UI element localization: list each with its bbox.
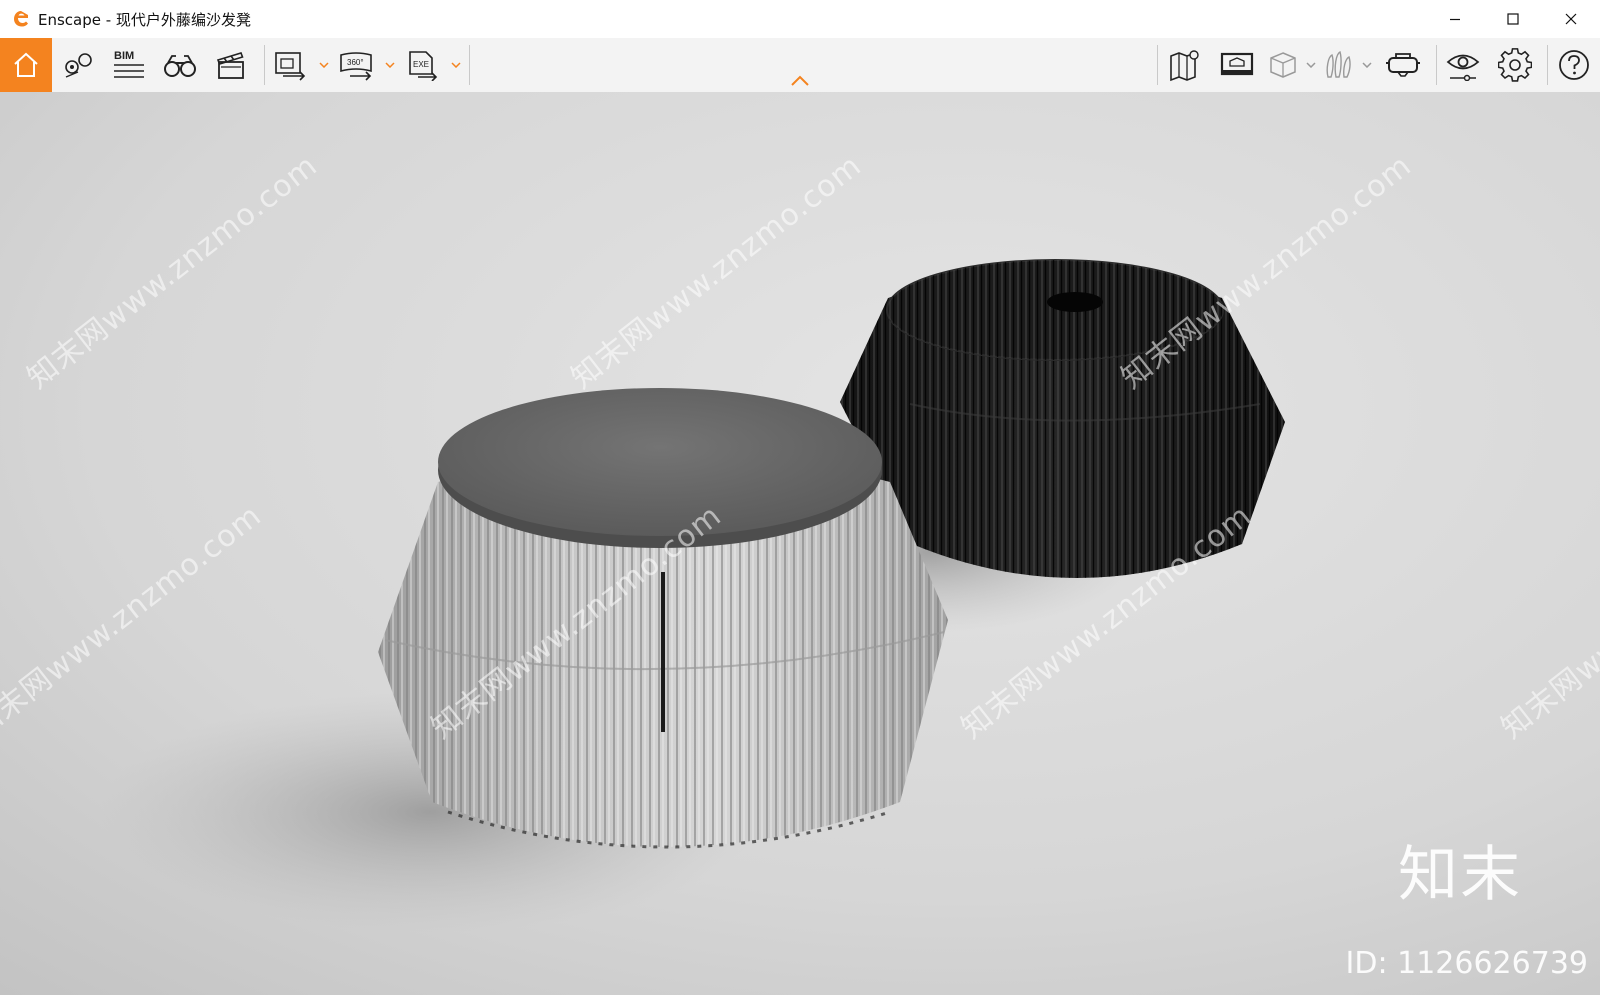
image-export-icon bbox=[275, 52, 306, 81]
window-title: Enscape - 现代户外藤编沙发凳 bbox=[38, 10, 251, 29]
atlas-button[interactable] bbox=[1212, 38, 1262, 92]
binoculars-button[interactable] bbox=[154, 38, 206, 92]
svg-text:360°: 360° bbox=[347, 58, 364, 67]
views-button[interactable] bbox=[52, 38, 104, 92]
export-exe-button[interactable]: EXE bbox=[397, 38, 449, 92]
video-editor-button[interactable] bbox=[206, 38, 256, 92]
home-icon bbox=[14, 52, 38, 77]
minimize-icon bbox=[1450, 18, 1460, 21]
minimize-button[interactable] bbox=[1426, 0, 1484, 38]
gear-icon bbox=[1498, 48, 1532, 82]
map-pin-icon bbox=[65, 53, 92, 78]
map-button[interactable] bbox=[1158, 38, 1212, 92]
brand-id-label: ID: 1126626739 bbox=[1345, 946, 1588, 981]
asset-library-dropdown[interactable] bbox=[1360, 38, 1374, 92]
help-button[interactable] bbox=[1548, 38, 1600, 92]
close-icon bbox=[1565, 13, 1577, 25]
asset-library-icon bbox=[1326, 50, 1351, 78]
chevron-down-icon bbox=[451, 62, 461, 68]
title-bar: Enscape - 现代户外藤编沙发凳 bbox=[0, 0, 1600, 38]
monitor-icon bbox=[1220, 52, 1254, 76]
visual-settings-button[interactable] bbox=[1437, 38, 1489, 92]
eye-icon bbox=[1446, 54, 1480, 81]
brand-logo: 知末 bbox=[1398, 840, 1522, 910]
vr-headset-button[interactable] bbox=[1374, 38, 1432, 92]
close-button[interactable] bbox=[1542, 0, 1600, 38]
white-rattan-ottoman bbox=[378, 388, 948, 849]
chevron-up-icon bbox=[791, 75, 809, 86]
vr-headset-icon bbox=[1386, 53, 1420, 77]
panorama-360-icon: 360° bbox=[340, 52, 372, 81]
help-icon bbox=[1559, 50, 1589, 80]
enscape-logo-icon bbox=[12, 10, 30, 28]
bim-icon: BIM bbox=[114, 50, 144, 78]
chevron-down-icon bbox=[1362, 62, 1372, 68]
settings-button[interactable] bbox=[1489, 38, 1541, 92]
export-image-button[interactable] bbox=[265, 38, 317, 92]
export-panorama-dropdown[interactable] bbox=[383, 38, 397, 92]
export-image-dropdown[interactable] bbox=[317, 38, 331, 92]
home-button[interactable] bbox=[0, 38, 52, 92]
svg-text:BIM: BIM bbox=[114, 50, 134, 62]
collapse-toolbar-button[interactable] bbox=[788, 74, 812, 88]
cube-dropdown[interactable] bbox=[1304, 38, 1318, 92]
maximize-button[interactable] bbox=[1484, 0, 1542, 38]
map-icon bbox=[1170, 50, 1199, 82]
cube-button[interactable] bbox=[1262, 38, 1304, 92]
exe-export-icon: EXE bbox=[409, 51, 438, 81]
toolbar-separator bbox=[469, 45, 470, 85]
export-exe-dropdown[interactable] bbox=[449, 38, 463, 92]
export-panorama-button[interactable]: 360° bbox=[331, 38, 383, 92]
chevron-down-icon bbox=[385, 62, 395, 68]
maximize-icon bbox=[1507, 13, 1519, 25]
chevron-down-icon bbox=[1306, 62, 1316, 68]
chevron-down-icon bbox=[319, 62, 329, 68]
binoculars-icon bbox=[164, 55, 196, 77]
clapperboard-icon bbox=[216, 52, 244, 79]
cube-icon bbox=[1270, 52, 1296, 78]
asset-library-button[interactable] bbox=[1318, 38, 1360, 92]
render-viewport[interactable]: 知末网www.znzmo.com 知末网www.znzmo.com 知末网www… bbox=[0, 92, 1600, 995]
bim-button[interactable]: BIM bbox=[104, 38, 154, 92]
svg-text:EXE: EXE bbox=[413, 60, 429, 69]
